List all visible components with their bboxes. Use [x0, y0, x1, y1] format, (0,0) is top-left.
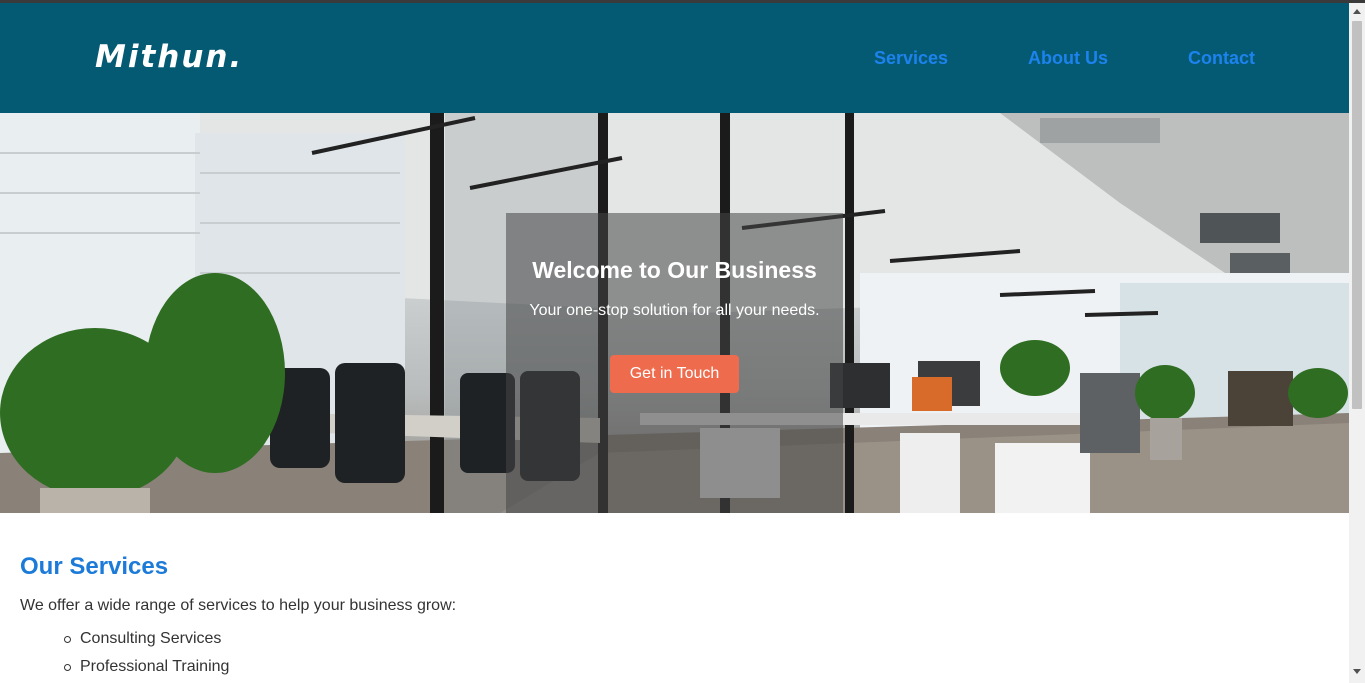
list-item: Professional Training	[64, 658, 229, 683]
service-item-label: Consulting Services	[80, 630, 222, 647]
hero-section: Welcome to Our Business Your one-stop so…	[0, 113, 1349, 513]
circle-bullet-icon	[64, 664, 71, 671]
get-in-touch-button[interactable]: Get in Touch	[610, 355, 739, 393]
scroll-down-arrow-icon[interactable]	[1353, 669, 1361, 674]
nav-link-services[interactable]: Services	[874, 48, 948, 69]
scroll-up-arrow-icon[interactable]	[1353, 9, 1361, 14]
site-header: Mithun. Services About Us Contact	[0, 3, 1349, 113]
main-nav: Services About Us Contact	[0, 48, 1349, 68]
nav-link-about-us[interactable]: About Us	[1028, 48, 1108, 69]
services-description: We offer a wide range of services to hel…	[20, 597, 457, 614]
list-item: Consulting Services	[64, 630, 229, 658]
scrollbar-thumb[interactable]	[1352, 21, 1362, 409]
nav-link-contact[interactable]: Contact	[1188, 48, 1255, 69]
circle-bullet-icon	[64, 636, 71, 643]
vertical-scrollbar[interactable]	[1349, 3, 1365, 683]
services-list: Consulting Services Professional Trainin…	[64, 630, 229, 683]
hero-subtitle: Your one-stop solution for all your need…	[529, 302, 820, 319]
service-item-label: Professional Training	[80, 658, 230, 675]
hero-title: Welcome to Our Business	[532, 257, 817, 283]
hero-overlay: Welcome to Our Business Your one-stop so…	[506, 213, 843, 513]
services-heading: Our Services	[20, 553, 169, 580]
